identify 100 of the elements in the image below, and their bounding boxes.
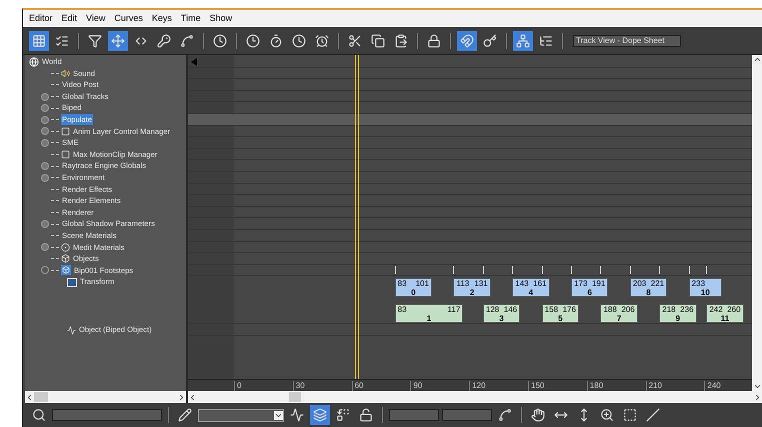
footstep-number: 1 [426, 314, 432, 324]
material-icon [61, 242, 70, 252]
menu-item[interactable]: Curves [114, 12, 143, 26]
time-slider[interactable] [354, 55, 359, 379]
scroll-left-icon[interactable] [188, 392, 197, 402]
expand-icon[interactable] [41, 104, 49, 112]
key-tick [600, 266, 602, 274]
footstep-number: 3 [498, 314, 505, 324]
expand-icon[interactable] [41, 174, 49, 182]
scroll-up-icon[interactable] [752, 55, 762, 64]
start-frame: 188 [603, 305, 617, 314]
footstep-key[interactable]: 242 260 11 [706, 304, 744, 324]
start-frame: 143 [515, 279, 529, 288]
footstep-key[interactable]: 173 191 6 [571, 278, 608, 298]
footstep-key[interactable]: 113 131 2 [453, 278, 491, 298]
menu-item[interactable]: Time [180, 12, 201, 26]
start-frame: 158 [544, 305, 558, 314]
footstep-key[interactable]: 83 101 0 [394, 278, 432, 298]
scroll-thumb[interactable] [289, 392, 301, 402]
magnet-icon[interactable] [457, 30, 477, 50]
end-frame: 176 [562, 305, 576, 314]
transform-icon [67, 278, 77, 287]
footstep-key[interactable]: 218 236 9 [659, 304, 697, 324]
start-frame: 83 [398, 305, 407, 314]
expand-icon[interactable] [41, 92, 49, 101]
title-field[interactable]: Track View - Dope Sheet [573, 34, 681, 46]
layer-box-icon [61, 126, 70, 136]
start-frame: 233 [692, 279, 706, 288]
footstep-key[interactable]: 143 161 4 [512, 278, 550, 298]
end-frame: 260 [727, 305, 741, 314]
objects-icon [61, 254, 70, 264]
scroll-right-icon[interactable] [753, 392, 762, 402]
key-tick [482, 266, 484, 274]
speaker-icon [61, 68, 70, 78]
dropdown[interactable] [198, 408, 284, 422]
end-frame: 117 [448, 305, 460, 314]
footstep-number: 5 [557, 314, 564, 324]
footstep-key[interactable]: 203 221 8 [630, 278, 668, 298]
menu-item[interactable]: Keys [152, 12, 172, 26]
footstep-number: 4 [528, 288, 534, 298]
expand-icon[interactable] [41, 116, 49, 124]
end-frame: 221 [650, 279, 664, 288]
menu-item[interactable]: Show [210, 12, 232, 26]
footstep-key[interactable]: 233 10 [688, 278, 722, 298]
scroll-right-icon[interactable] [177, 392, 186, 402]
end-frame: 191 [592, 279, 606, 288]
end-frame: 101 [416, 279, 429, 288]
input-field[interactable] [442, 409, 492, 421]
hierarchy-icon[interactable] [513, 30, 533, 50]
start-frame: 83 [398, 279, 407, 288]
globe-icon [29, 56, 39, 67]
menu-item[interactable]: Editor [29, 12, 53, 26]
footstep-number: 9 [674, 314, 682, 324]
move-keys-icon[interactable] [108, 30, 128, 50]
end-frame: 131 [474, 279, 488, 288]
end-frame: 146 [504, 305, 518, 314]
layer-box-icon [61, 150, 70, 160]
footstep-key[interactable]: 188 206 7 [600, 304, 638, 324]
menu-item[interactable]: View [86, 12, 106, 26]
dropdown-arrow-icon[interactable] [274, 410, 283, 420]
track-scrollbar[interactable] [188, 391, 762, 403]
scroll-left-icon[interactable] [25, 392, 34, 402]
scroll-thumb[interactable] [34, 392, 48, 402]
expand-icon[interactable] [41, 220, 49, 228]
start-frame: 128 [486, 305, 500, 314]
end-frame: 206 [621, 305, 635, 314]
tree-scrollbar[interactable] [25, 391, 186, 403]
footstep-number: 6 [586, 288, 593, 298]
left-arrow-icon [191, 58, 197, 66]
footstep-number: 2 [468, 288, 476, 298]
key-tick [688, 266, 690, 274]
footstep-key[interactable]: 158 176 5 [542, 304, 579, 324]
key-tick [542, 266, 543, 274]
expand-icon[interactable] [41, 138, 49, 147]
footstep-number: 8 [645, 288, 652, 298]
start-frame: 242 [709, 305, 723, 314]
start-frame: 113 [456, 279, 470, 288]
footstep-number: 0 [410, 288, 417, 298]
scroll-down-icon[interactable] [752, 382, 762, 391]
start-frame: 218 [662, 305, 676, 314]
footstep-key[interactable]: 83 117 1 [394, 304, 464, 324]
end-frame: 161 [533, 279, 547, 288]
input-field[interactable] [52, 409, 162, 421]
biped-icon [61, 265, 71, 276]
menu-item[interactable]: Edit [62, 12, 78, 26]
footstep-number: 10 [700, 288, 711, 298]
footstep-number: 7 [616, 314, 622, 324]
expand-icon[interactable] [41, 162, 49, 170]
key-tick [659, 266, 660, 274]
expand-icon[interactable] [41, 243, 49, 252]
key-tick [630, 266, 631, 274]
modifier-icon [67, 326, 76, 335]
collapse-icon[interactable] [41, 266, 49, 274]
expand-icon[interactable] [41, 127, 49, 136]
vertical-scrollbar[interactable] [752, 55, 762, 391]
footstep-number: 11 [720, 314, 730, 324]
footstep-key[interactable]: 128 146 3 [482, 304, 520, 324]
start-frame: 173 [574, 279, 588, 288]
start-frame: 203 [632, 279, 646, 288]
input-field[interactable] [389, 409, 439, 421]
